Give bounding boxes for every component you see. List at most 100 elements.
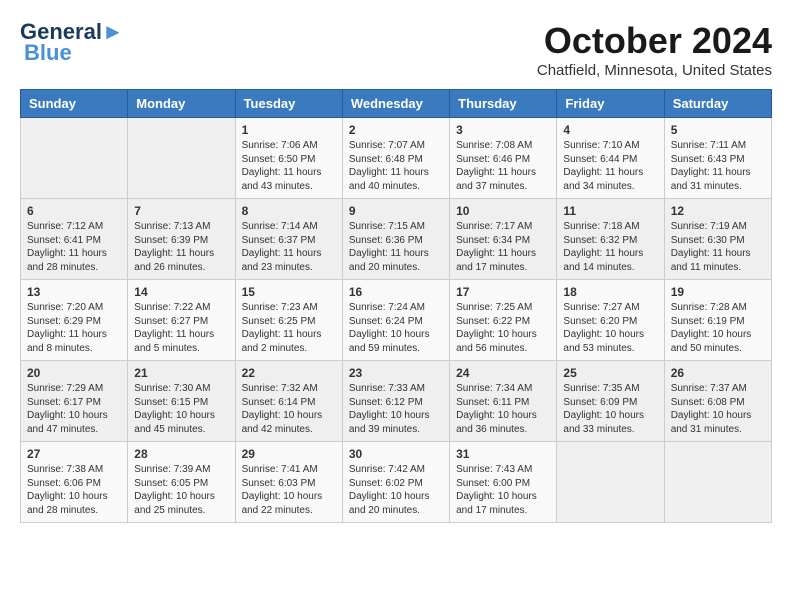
day-number: 14 bbox=[134, 285, 228, 299]
day-number: 8 bbox=[242, 204, 336, 218]
header-friday: Friday bbox=[557, 90, 664, 118]
day-info: Sunrise: 7:14 AM Sunset: 6:37 PM Dayligh… bbox=[242, 220, 336, 274]
table-row: 14 Sunrise: 7:22 AM Sunset: 6:27 PM Dayli… bbox=[128, 280, 235, 361]
header-saturday: Saturday bbox=[664, 90, 771, 118]
table-row: 3 Sunrise: 7:08 AM Sunset: 6:46 PM Daylig… bbox=[450, 118, 557, 199]
day-info: Sunrise: 7:18 AM Sunset: 6:32 PM Dayligh… bbox=[563, 220, 657, 274]
day-info: Sunrise: 7:28 AM Sunset: 6:19 PM Dayligh… bbox=[671, 301, 765, 355]
table-row: 7 Sunrise: 7:13 AM Sunset: 6:39 PM Daylig… bbox=[128, 199, 235, 280]
logo: General► Blue bbox=[20, 20, 124, 66]
day-info: Sunrise: 7:22 AM Sunset: 6:27 PM Dayligh… bbox=[134, 301, 228, 355]
day-info: Sunrise: 7:06 AM Sunset: 6:50 PM Dayligh… bbox=[242, 139, 336, 193]
table-row bbox=[557, 442, 664, 523]
calendar-week-row: 27Sunrise: 7:38 AM Sunset: 6:06 PM Dayli… bbox=[21, 442, 772, 523]
day-info: Sunrise: 7:07 AM Sunset: 6:48 PM Dayligh… bbox=[349, 139, 443, 193]
day-info: Sunrise: 7:24 AM Sunset: 6:24 PM Dayligh… bbox=[349, 301, 443, 355]
table-row: 22Sunrise: 7:32 AM Sunset: 6:14 PM Dayli… bbox=[235, 361, 342, 442]
day-number: 3 bbox=[456, 123, 550, 137]
day-info: Sunrise: 7:13 AM Sunset: 6:39 PM Dayligh… bbox=[134, 220, 228, 274]
day-info: Sunrise: 7:10 AM Sunset: 6:44 PM Dayligh… bbox=[563, 139, 657, 193]
day-info: Sunrise: 7:23 AM Sunset: 6:25 PM Dayligh… bbox=[242, 301, 336, 355]
calendar-week-row: 13 Sunrise: 7:20 AM Sunset: 6:29 PM Dayli… bbox=[21, 280, 772, 361]
table-row: 18Sunrise: 7:27 AM Sunset: 6:20 PM Dayli… bbox=[557, 280, 664, 361]
day-info: Sunrise: 7:42 AM Sunset: 6:02 PM Dayligh… bbox=[349, 463, 443, 517]
table-row: 25Sunrise: 7:35 AM Sunset: 6:09 PM Dayli… bbox=[557, 361, 664, 442]
day-number: 15 bbox=[242, 285, 336, 299]
day-number: 26 bbox=[671, 366, 765, 380]
calendar-week-row: 6 Sunrise: 7:12 AM Sunset: 6:41 PM Daylig… bbox=[21, 199, 772, 280]
header-tuesday: Tuesday bbox=[235, 90, 342, 118]
table-row: 24 Sunrise: 7:34 AM Sunset: 6:11 PM Dayli… bbox=[450, 361, 557, 442]
calendar-week-row: 20Sunrise: 7:29 AM Sunset: 6:17 PM Dayli… bbox=[21, 361, 772, 442]
table-row: 26 Sunrise: 7:37 AM Sunset: 6:08 PM Dayli… bbox=[664, 361, 771, 442]
header-sunday: Sunday bbox=[21, 90, 128, 118]
header-thursday: Thursday bbox=[450, 90, 557, 118]
table-row: 9Sunrise: 7:15 AM Sunset: 6:36 PM Daylig… bbox=[342, 199, 449, 280]
day-info: Sunrise: 7:27 AM Sunset: 6:20 PM Dayligh… bbox=[563, 301, 657, 355]
day-number: 21 bbox=[134, 366, 228, 380]
header-wednesday: Wednesday bbox=[342, 90, 449, 118]
table-row: 20Sunrise: 7:29 AM Sunset: 6:17 PM Dayli… bbox=[21, 361, 128, 442]
day-number: 7 bbox=[134, 204, 228, 218]
table-row: 16 Sunrise: 7:24 AM Sunset: 6:24 PM Dayli… bbox=[342, 280, 449, 361]
table-row bbox=[128, 118, 235, 199]
table-row: 6 Sunrise: 7:12 AM Sunset: 6:41 PM Daylig… bbox=[21, 199, 128, 280]
day-info: Sunrise: 7:43 AM Sunset: 6:00 PM Dayligh… bbox=[456, 463, 550, 517]
location-text: Chatfield, Minnesota, United States bbox=[537, 62, 772, 79]
day-number: 13 bbox=[27, 285, 121, 299]
table-row: 11 Sunrise: 7:18 AM Sunset: 6:32 PM Dayli… bbox=[557, 199, 664, 280]
table-row: 21 Sunrise: 7:30 AM Sunset: 6:15 PM Dayli… bbox=[128, 361, 235, 442]
day-info: Sunrise: 7:17 AM Sunset: 6:34 PM Dayligh… bbox=[456, 220, 550, 274]
day-info: Sunrise: 7:08 AM Sunset: 6:46 PM Dayligh… bbox=[456, 139, 550, 193]
logo-subtext: Blue bbox=[24, 40, 72, 66]
day-info: Sunrise: 7:33 AM Sunset: 6:12 PM Dayligh… bbox=[349, 382, 443, 436]
day-number: 31 bbox=[456, 447, 550, 461]
day-info: Sunrise: 7:12 AM Sunset: 6:41 PM Dayligh… bbox=[27, 220, 121, 274]
day-number: 30 bbox=[349, 447, 443, 461]
day-info: Sunrise: 7:20 AM Sunset: 6:29 PM Dayligh… bbox=[27, 301, 121, 355]
table-row: 4Sunrise: 7:10 AM Sunset: 6:44 PM Daylig… bbox=[557, 118, 664, 199]
table-row: 28 Sunrise: 7:39 AM Sunset: 6:05 PM Dayli… bbox=[128, 442, 235, 523]
day-info: Sunrise: 7:34 AM Sunset: 6:11 PM Dayligh… bbox=[456, 382, 550, 436]
table-row: 5 Sunrise: 7:11 AM Sunset: 6:43 PM Daylig… bbox=[664, 118, 771, 199]
day-info: Sunrise: 7:35 AM Sunset: 6:09 PM Dayligh… bbox=[563, 382, 657, 436]
day-number: 19 bbox=[671, 285, 765, 299]
table-row bbox=[21, 118, 128, 199]
month-title: October 2024 bbox=[537, 20, 772, 62]
day-number: 29 bbox=[242, 447, 336, 461]
table-row: 12Sunrise: 7:19 AM Sunset: 6:30 PM Dayli… bbox=[664, 199, 771, 280]
table-row: 30 Sunrise: 7:42 AM Sunset: 6:02 PM Dayli… bbox=[342, 442, 449, 523]
day-number: 10 bbox=[456, 204, 550, 218]
day-number: 11 bbox=[563, 204, 657, 218]
table-row: 8 Sunrise: 7:14 AM Sunset: 6:37 PM Daylig… bbox=[235, 199, 342, 280]
table-row: 2 Sunrise: 7:07 AM Sunset: 6:48 PM Daylig… bbox=[342, 118, 449, 199]
day-number: 12 bbox=[671, 204, 765, 218]
day-number: 28 bbox=[134, 447, 228, 461]
header-monday: Monday bbox=[128, 90, 235, 118]
day-info: Sunrise: 7:30 AM Sunset: 6:15 PM Dayligh… bbox=[134, 382, 228, 436]
day-number: 2 bbox=[349, 123, 443, 137]
table-row: 29Sunrise: 7:41 AM Sunset: 6:03 PM Dayli… bbox=[235, 442, 342, 523]
calendar-header-row: Sunday Monday Tuesday Wednesday Thursday… bbox=[21, 90, 772, 118]
table-row: 10 Sunrise: 7:17 AM Sunset: 6:34 PM Dayli… bbox=[450, 199, 557, 280]
day-number: 1 bbox=[242, 123, 336, 137]
page-header: General► Blue October 2024 Chatfield, Mi… bbox=[20, 20, 772, 79]
day-number: 5 bbox=[671, 123, 765, 137]
day-number: 20 bbox=[27, 366, 121, 380]
calendar-table: Sunday Monday Tuesday Wednesday Thursday… bbox=[20, 89, 772, 523]
day-number: 17 bbox=[456, 285, 550, 299]
table-row: 31 Sunrise: 7:43 AM Sunset: 6:00 PM Dayli… bbox=[450, 442, 557, 523]
day-number: 6 bbox=[27, 204, 121, 218]
table-row: 17Sunrise: 7:25 AM Sunset: 6:22 PM Dayli… bbox=[450, 280, 557, 361]
table-row: 1 Sunrise: 7:06 AM Sunset: 6:50 PM Daylig… bbox=[235, 118, 342, 199]
day-info: Sunrise: 7:39 AM Sunset: 6:05 PM Dayligh… bbox=[134, 463, 228, 517]
table-row: 15 Sunrise: 7:23 AM Sunset: 6:25 PM Dayli… bbox=[235, 280, 342, 361]
day-number: 16 bbox=[349, 285, 443, 299]
table-row: 23Sunrise: 7:33 AM Sunset: 6:12 PM Dayli… bbox=[342, 361, 449, 442]
day-info: Sunrise: 7:37 AM Sunset: 6:08 PM Dayligh… bbox=[671, 382, 765, 436]
day-info: Sunrise: 7:32 AM Sunset: 6:14 PM Dayligh… bbox=[242, 382, 336, 436]
day-info: Sunrise: 7:11 AM Sunset: 6:43 PM Dayligh… bbox=[671, 139, 765, 193]
calendar-week-row: 1 Sunrise: 7:06 AM Sunset: 6:50 PM Daylig… bbox=[21, 118, 772, 199]
day-number: 24 bbox=[456, 366, 550, 380]
day-info: Sunrise: 7:38 AM Sunset: 6:06 PM Dayligh… bbox=[27, 463, 121, 517]
